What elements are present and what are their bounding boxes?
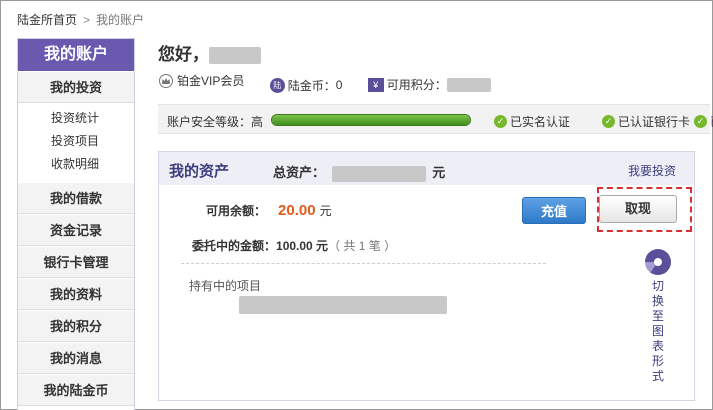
crown-icon (159, 73, 173, 88)
sidebar-item-my-messages[interactable]: 我的消息 (18, 342, 134, 374)
verified-bank-card-label: 已认证银行卡 (618, 115, 691, 129)
verified-identity-status: ✓ 已实名认证 (494, 113, 570, 130)
sidebar-item-my-coins[interactable]: 我的陆金币 (18, 374, 134, 406)
verified-bank-card-status: ✓ 已认证银行卡 (602, 113, 690, 130)
redacted-points-value (446, 77, 491, 92)
invest-link[interactable]: 我要投资 (628, 162, 676, 179)
divider (181, 263, 546, 264)
coins-label: 陆金币： (287, 78, 336, 93)
points-label: 可用积分： (386, 78, 447, 92)
sidebar-item-bank-cards[interactable]: 银行卡管理 (18, 246, 134, 278)
redacted-username (209, 47, 261, 65)
member-info: 铂金VIP会员 陆 陆金币： 0 ¥ 可用积分： (158, 72, 513, 93)
entrusted-amount-value: 100.00 元 (276, 239, 329, 253)
available-balance-value: 20.00 (278, 202, 316, 219)
redacted-holding-project (239, 296, 447, 314)
entrusted-count: （ 共 1 笔 ） (328, 239, 397, 253)
sidebar-subitem-investment-stats[interactable]: 投资统计 (18, 107, 134, 130)
breadcrumb: 陆金所首页 > 我的账户 (17, 11, 144, 28)
withdraw-button[interactable]: 取现 (599, 195, 677, 223)
total-assets-unit: 元 (432, 165, 446, 180)
total-assets-label: 总资产： (273, 165, 326, 180)
pie-chart-icon (645, 249, 671, 275)
breadcrumb-separator: > (83, 13, 91, 27)
redacted-total-assets (331, 165, 426, 182)
sidebar-item-my-points[interactable]: 我的积分 (18, 310, 134, 342)
greeting-text: 您好， (158, 45, 209, 64)
sidebar-subitem-payment-details[interactable]: 收款明细 (18, 153, 134, 176)
available-balance-label: 可用余额： (206, 204, 267, 218)
points-balance: ¥ 可用积分： (367, 76, 491, 93)
total-assets: 总资产： 元 (273, 162, 445, 182)
breadcrumb-current: 我的账户 (96, 13, 145, 27)
verified-identity-label: 已实名认证 (510, 115, 571, 129)
sidebar-item-my-loans[interactable]: 我的借款 (18, 182, 134, 214)
security-level-label: 账户安全等级：高 (167, 115, 264, 129)
check-icon: ✓ (494, 115, 507, 128)
switch-to-chart-label: 切换至图表形式 (651, 279, 664, 383)
sidebar-title: 我的账户 (18, 39, 134, 71)
switch-to-chart-button[interactable]: 切换至图表形式 (643, 249, 673, 384)
sidebar-submenu-investments: 投资统计 投资项目 收款明细 (18, 103, 134, 182)
breadcrumb-home-link[interactable]: 陆金所首页 (17, 13, 77, 27)
member-level: 铂金VIP会员 (158, 72, 244, 89)
assets-panel: 我的资产 总资产： 元 我要投资 可用余额： 20.00 元 充值 取现 委托中的金… (158, 151, 695, 401)
check-icon: ✓ (694, 115, 707, 128)
coin-balance: 陆 陆金币： 0 (269, 77, 343, 94)
sidebar: 我的账户 我的投资 投资统计 投资项目 收款明细 我的借款 资金记录 银行卡管理… (17, 38, 135, 410)
sidebar-item-my-investments[interactable]: 我的投资 (18, 71, 134, 103)
security-level-bar: 账户安全等级：高 ✓ 已实名认证 ✓ 已认证银行卡 ✓ 已 (158, 104, 713, 134)
entrusted-amount: 委托中的金额：100.00 元（ 共 1 笔 ） (192, 237, 396, 254)
assets-title: 我的资产 (169, 163, 230, 180)
check-icon: ✓ (602, 115, 615, 128)
sidebar-item-my-profile[interactable]: 我的资料 (18, 278, 134, 310)
entrusted-amount-label: 委托中的金额： (192, 239, 277, 253)
coins-value: 0 (335, 78, 343, 92)
coin-icon: 陆 (269, 77, 285, 93)
holding-projects-label: 持有中的项目 (189, 279, 262, 293)
recharge-button[interactable]: 充值 (522, 197, 586, 224)
sidebar-item-fund-records[interactable]: 资金记录 (18, 214, 134, 246)
greeting: 您好， (158, 40, 261, 65)
security-progress-bar (271, 114, 471, 126)
security-progress-fill (272, 115, 470, 125)
assets-header: 我的资产 总资产： 元 我要投资 (159, 152, 694, 185)
available-balance: 可用余额： 20.00 元 (206, 202, 332, 219)
points-icon: ¥ (367, 77, 384, 92)
sidebar-subitem-investment-projects[interactable]: 投资项目 (18, 130, 134, 153)
available-balance-unit: 元 (319, 204, 332, 218)
member-level-label: 铂金VIP会员 (177, 74, 245, 88)
verified-third-status: ✓ 已 (694, 113, 713, 130)
